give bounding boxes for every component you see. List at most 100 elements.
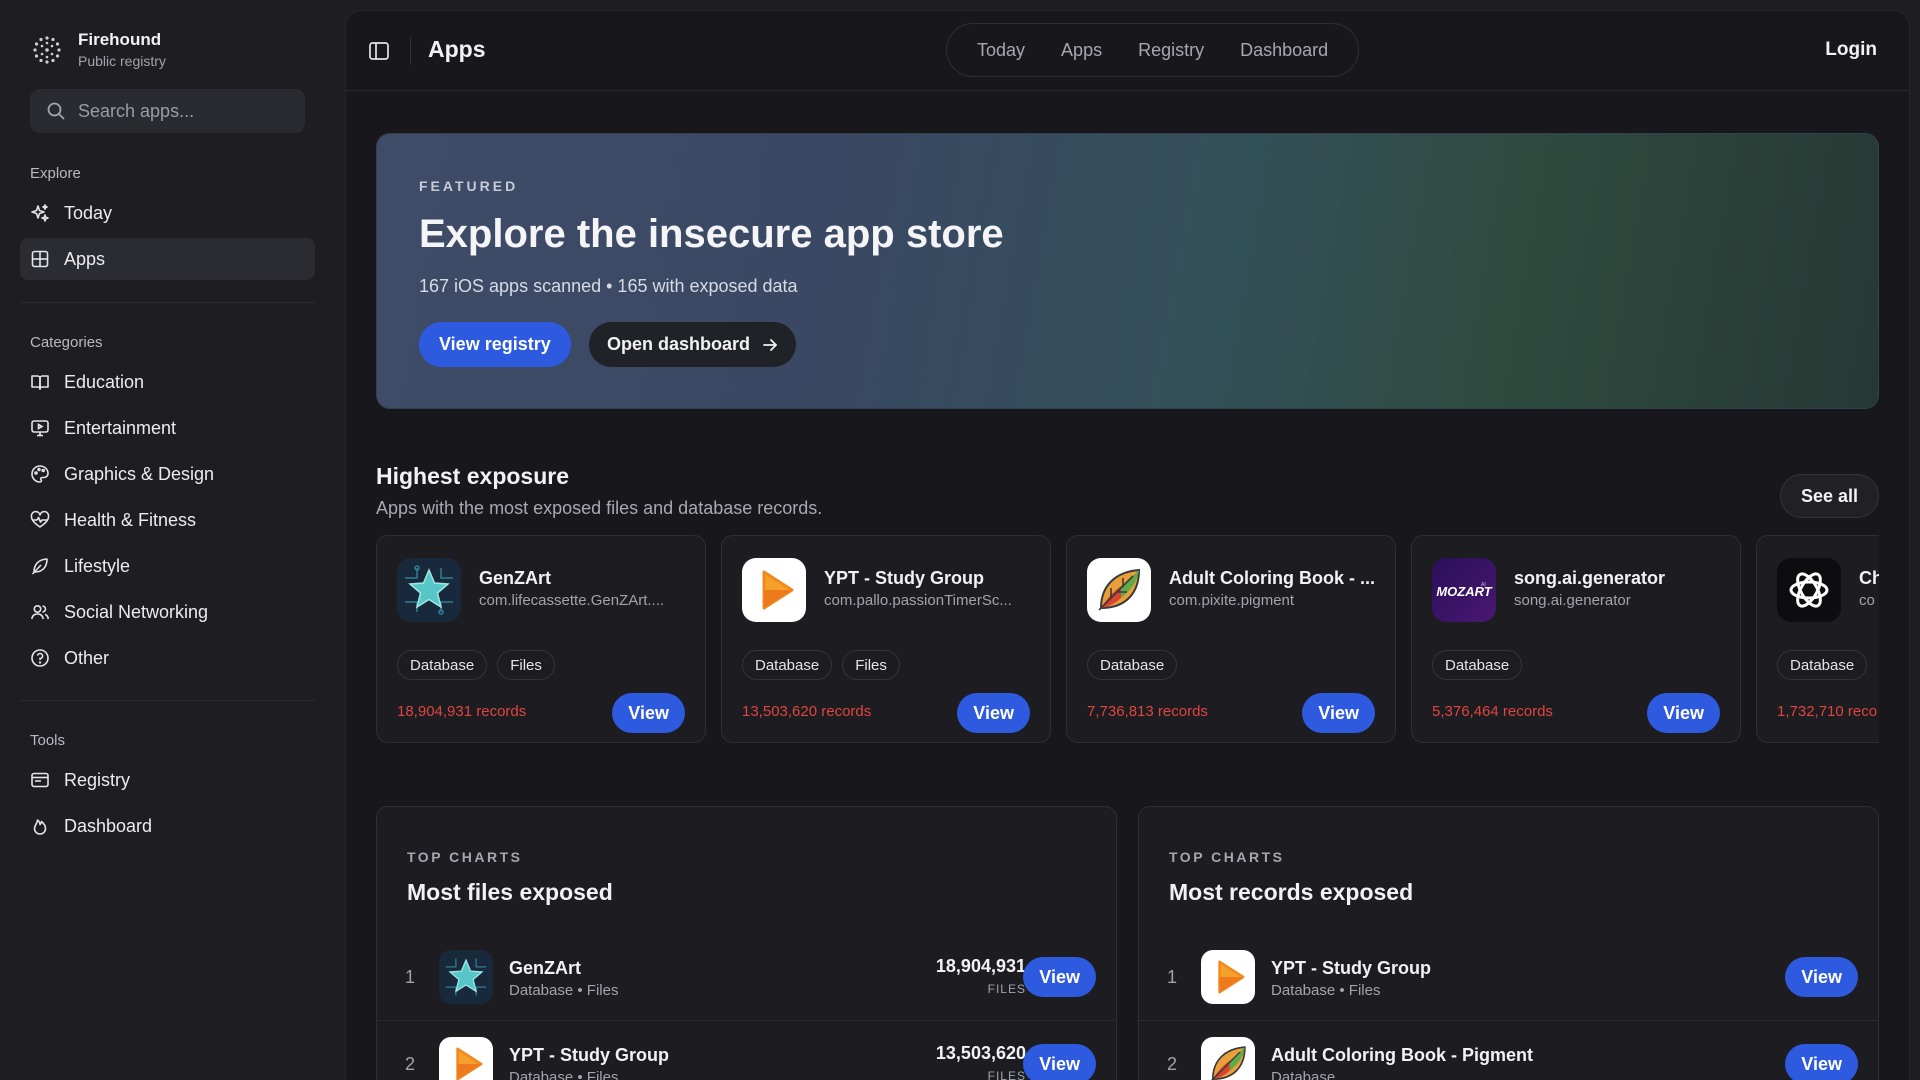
brand-name: Firehound <box>78 30 162 49</box>
tv-icon <box>31 420 49 437</box>
app-card[interactable]: YPT - Study Group com.pallo.passionTimer… <box>721 535 1051 743</box>
view-button[interactable]: View <box>957 693 1030 733</box>
view-button[interactable]: View <box>1302 693 1375 733</box>
app-bundle-id: com.pallo.passionTimerSc... <box>824 592 1012 609</box>
tag-list: Database <box>1432 650 1523 680</box>
sidebar-item-graphics-design[interactable]: Graphics & Design <box>20 453 315 495</box>
app-bundle-id: com.lifecassette.GenZArt.... <box>479 592 665 609</box>
sidebar-item-lifestyle[interactable]: Lifestyle <box>20 545 315 587</box>
sidebar-item-entertainment[interactable]: Entertainment <box>20 407 315 449</box>
ranking-row[interactable]: 1 GenZArt Database • Files 18,904,931 FI… <box>377 934 1116 1020</box>
sidebar-item-label: Social Networking <box>64 601 209 622</box>
sidebar-toggle-icon[interactable] <box>368 40 390 62</box>
search-input[interactable] <box>78 100 288 122</box>
app-card[interactable]: GenZArt com.lifecassette.GenZArt.... Dat… <box>376 535 706 743</box>
arrow-right-icon <box>763 338 777 351</box>
tag-list: Database <box>1777 650 1868 680</box>
main-panel: Apps Today Apps Registry Dashboard Login… <box>345 10 1910 1080</box>
ranking-row[interactable]: 2 YPT - Study Group Database • Files 13,… <box>377 1020 1116 1080</box>
app-bundle-id: com.pixite.pigment <box>1169 592 1295 609</box>
page-title: Apps <box>428 36 486 62</box>
app-bundle-id: song.ai.generator <box>1514 592 1631 609</box>
sidebar-item-label: Education <box>64 371 145 392</box>
panel-eyebrow: TOP CHARTS <box>1169 849 1285 865</box>
ranking-row[interactable]: 1 YPT - Study Group Database • Files Vie… <box>1139 934 1878 1020</box>
sidebar-item-label: Dashboard <box>64 815 153 836</box>
explore-heading: Explore <box>30 165 81 182</box>
app-name: GenZArt <box>479 568 551 588</box>
pigment-leaf-icon <box>1087 558 1151 622</box>
search-box[interactable] <box>30 89 305 133</box>
app-card[interactable]: Ch co Database 1,732,710 reco <box>1756 535 1879 743</box>
open-dashboard-button[interactable]: Open dashboard <box>589 322 797 367</box>
rank-app-meta: Database • Files <box>509 982 619 999</box>
rank-app-meta: Database • Files <box>509 1069 619 1080</box>
rank-number: 2 <box>405 1054 416 1074</box>
top-files-panel: TOP CHARTS Most files exposed 1 GenZArt … <box>376 806 1117 1080</box>
view-button[interactable]: View <box>1023 957 1096 997</box>
sidebar-item-label: Today <box>64 202 113 223</box>
view-button[interactable]: View <box>1785 957 1858 997</box>
app-card[interactable]: MOZART AI song.ai.generator song.ai.gene… <box>1411 535 1741 743</box>
app-name: song.ai.generator <box>1514 568 1666 588</box>
top-nav-tabs: Today Apps Registry Dashboard <box>946 23 1360 77</box>
tab-registry[interactable]: Registry <box>1120 40 1222 61</box>
tag-list: Database Files <box>397 650 555 680</box>
rank-number: 2 <box>1167 1054 1178 1074</box>
brand[interactable]: Firehound Public registry <box>30 30 166 69</box>
sidebar-item-dashboard[interactable]: Dashboard <box>20 805 315 847</box>
chatgpt-knot-icon <box>1777 558 1841 622</box>
genzart-icon <box>397 558 461 622</box>
sidebar-item-registry[interactable]: Registry <box>20 759 315 801</box>
app-name: Adult Coloring Book - ... <box>1169 568 1375 588</box>
ranking-row[interactable]: 2 Adult Coloring Book - Pigment Database… <box>1139 1020 1878 1080</box>
sidebar-item-health-fitness[interactable]: Health & Fitness <box>20 499 315 541</box>
featured-hero: FEATURED Explore the insecure app store … <box>376 133 1879 409</box>
files-unit: FILES <box>987 1069 1026 1080</box>
view-button[interactable]: View <box>1647 693 1720 733</box>
view-registry-button[interactable]: View registry <box>419 322 571 367</box>
browser-window-icon <box>31 772 49 788</box>
rank-app-name: GenZArt <box>509 958 581 978</box>
sidebar-item-label: Entertainment <box>64 417 177 438</box>
users-icon <box>31 604 50 620</box>
highest-exposure-title: Highest exposure <box>376 463 569 489</box>
hero-title: Explore the insecure app store <box>419 212 1004 256</box>
sidebar-item-today[interactable]: Today <box>20 192 315 234</box>
tag-badge: Database <box>1777 650 1868 680</box>
sidebar-item-social-networking[interactable]: Social Networking <box>20 591 315 633</box>
exposure-carousel[interactable]: GenZArt com.lifecassette.GenZArt.... Dat… <box>376 535 1879 745</box>
view-button[interactable]: View <box>612 693 685 733</box>
files-count: 18,904,931 <box>935 956 1026 976</box>
tools-section: Tools Registry Dashboard <box>20 732 315 851</box>
sidebar-item-apps[interactable]: Apps <box>20 238 315 280</box>
sidebar-item-label: Apps <box>64 248 106 269</box>
svg-text:AI: AI <box>1481 582 1486 588</box>
panel-title: Most records exposed <box>1169 879 1414 905</box>
tab-apps[interactable]: Apps <box>1043 40 1120 61</box>
app-name: YPT - Study Group <box>824 568 984 588</box>
sidebar-item-education[interactable]: Education <box>20 361 315 403</box>
see-all-button[interactable]: See all <box>1779 474 1879 518</box>
view-button[interactable]: View <box>1785 1044 1858 1080</box>
tab-today[interactable]: Today <box>959 40 1043 61</box>
tag-badge: Database <box>397 650 488 680</box>
firehound-logo-icon <box>33 35 61 64</box>
brand-subtitle: Public registry <box>78 53 166 69</box>
sidebar-divider <box>20 302 315 303</box>
app-root: Firehound Public registry Explore Today <box>0 0 1920 1080</box>
panel-title: Most files exposed <box>407 879 613 905</box>
categories-section: Categories Education Entertainment Graph… <box>20 334 315 683</box>
login-button[interactable]: Login <box>1825 39 1877 61</box>
view-button[interactable]: View <box>1023 1044 1096 1080</box>
sidebar-item-label: Other <box>64 647 110 668</box>
sidebar-item-label: Graphics & Design <box>64 463 215 484</box>
heart-pulse-icon <box>30 510 50 528</box>
app-card[interactable]: Adult Coloring Book - ... com.pixite.pig… <box>1066 535 1396 743</box>
book-icon <box>31 375 49 390</box>
rank-app-name: YPT - Study Group <box>1271 958 1431 978</box>
tag-badge: Files <box>842 650 900 680</box>
tag-badge: Database <box>742 650 833 680</box>
tab-dashboard[interactable]: Dashboard <box>1222 40 1346 61</box>
sidebar-item-other[interactable]: Other <box>20 637 315 679</box>
